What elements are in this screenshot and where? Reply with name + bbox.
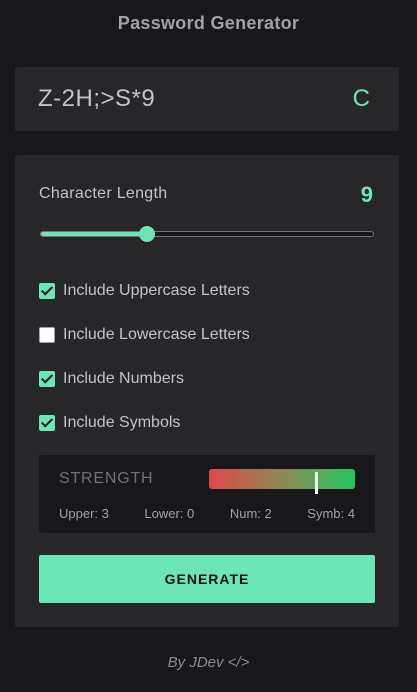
- length-label: Character Length: [39, 185, 168, 202]
- slider-fill: [41, 232, 148, 236]
- strength-marker: [314, 472, 318, 494]
- option-label: Include Uppercase Letters: [63, 282, 250, 299]
- password-text: Z-2H;>S*9: [38, 85, 156, 112]
- lower-count: Lower: 0: [144, 506, 195, 521]
- strength-label: STRENGTH: [59, 470, 154, 487]
- strength-meter: [209, 469, 355, 494]
- option-numbers[interactable]: Include Numbers: [39, 369, 184, 389]
- slider-thumb[interactable]: [139, 226, 156, 242]
- option-label: Include Numbers: [63, 370, 184, 387]
- option-label: Include Lowercase Letters: [63, 326, 250, 343]
- option-symbols[interactable]: Include Symbols: [39, 413, 180, 433]
- upper-count: Upper: 3: [59, 506, 109, 521]
- option-label: Include Symbols: [63, 414, 181, 431]
- length-value: 9: [360, 182, 373, 207]
- lowercase-checkbox[interactable]: [39, 327, 55, 343]
- option-lowercase[interactable]: Include Lowercase Letters: [39, 325, 250, 345]
- generate-button[interactable]: GENERATE: [39, 555, 375, 603]
- num-count: Num: 2: [229, 506, 272, 521]
- symb-count: Symb: 4: [307, 506, 355, 521]
- strength-panel: STRENGTH Upper: 3 Lower: 0 Num: 2 Symb: …: [39, 455, 375, 533]
- length-slider[interactable]: [40, 226, 374, 242]
- password-display: Z-2H;>S*9 C: [15, 67, 399, 131]
- uppercase-checkbox[interactable]: [39, 283, 55, 299]
- app-title: Password Generator: [117, 13, 300, 33]
- symbols-checkbox[interactable]: [39, 415, 55, 431]
- copy-icon[interactable]: C: [353, 85, 370, 113]
- footer-credit: By JDev </>: [167, 654, 250, 671]
- option-uppercase[interactable]: Include Uppercase Letters: [39, 281, 250, 301]
- numbers-checkbox[interactable]: [39, 371, 55, 387]
- character-counts: Upper: 3 Lower: 0 Num: 2 Symb: 4: [59, 506, 355, 521]
- settings-panel: Character Length 9 Include Uppercase Let…: [15, 155, 399, 627]
